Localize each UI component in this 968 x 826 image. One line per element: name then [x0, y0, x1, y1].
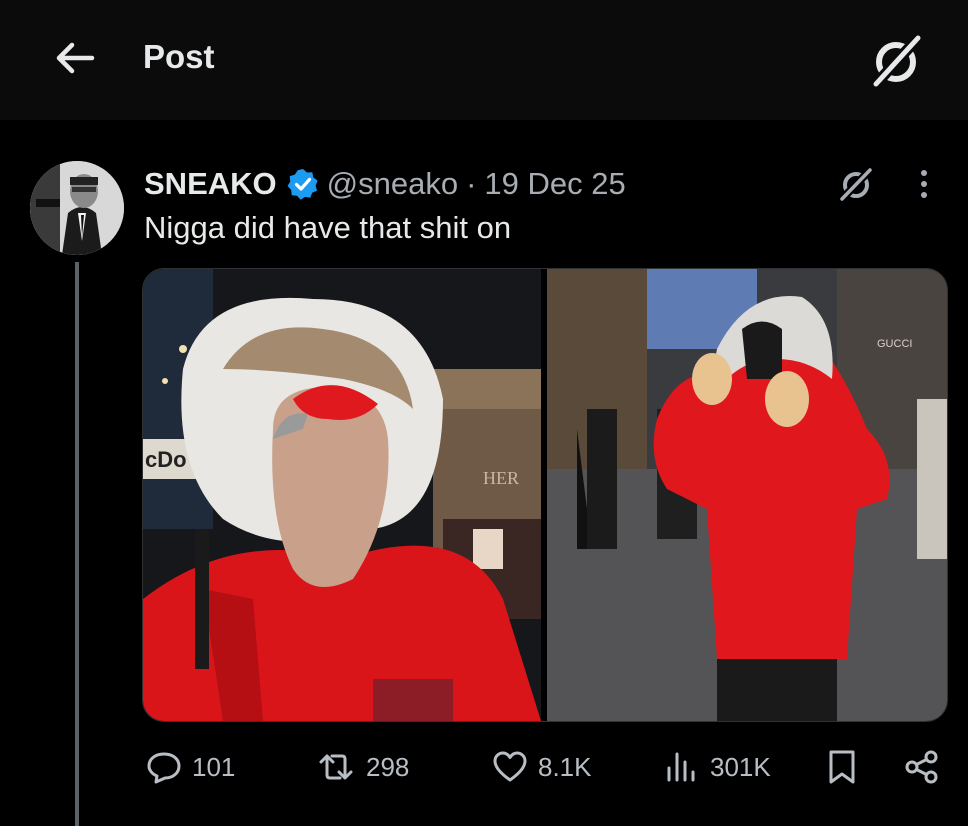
- storefront-sign: cDo: [145, 447, 187, 472]
- top-app-bar: Post: [0, 0, 968, 120]
- like-button[interactable]: 8.1K: [492, 735, 592, 799]
- like-count: 8.1K: [538, 751, 592, 782]
- arrow-left-icon: [56, 42, 95, 74]
- storefront-sign: GUCCI: [877, 338, 912, 350]
- heart-icon: [493, 751, 527, 782]
- view-count: 301K: [710, 751, 771, 782]
- avatar-image: [30, 161, 124, 255]
- media-photo-2[interactable]: GUCCI: [547, 269, 947, 721]
- more-vertical-icon: [921, 170, 927, 198]
- bookmark-icon: [829, 750, 855, 784]
- media-grid: cDo HER GUCCI: [142, 268, 948, 722]
- repost-count: 298: [366, 751, 410, 782]
- verified-badge-icon: [287, 169, 318, 200]
- photo-icon: cDo HER: [143, 269, 541, 721]
- analytics-icon: [667, 752, 695, 782]
- back-button[interactable]: [52, 36, 100, 80]
- share-button[interactable]: [904, 735, 940, 799]
- media-photo-1[interactable]: cDo HER: [143, 269, 541, 721]
- avatar[interactable]: [30, 161, 124, 255]
- photo-icon: GUCCI: [547, 269, 947, 721]
- more-options-button[interactable]: [914, 166, 934, 202]
- repost-button[interactable]: 298: [316, 735, 409, 799]
- bookmark-button[interactable]: [826, 735, 858, 799]
- post-date[interactable]: 19 Dec 25: [484, 166, 625, 202]
- repost-icon: [319, 754, 353, 780]
- reply-icon: [147, 752, 181, 784]
- separator-dot: ·: [466, 166, 477, 201]
- author-name[interactable]: SNEAKO: [144, 166, 277, 202]
- reply-button[interactable]: 101: [146, 735, 235, 799]
- shop-sign: HER: [483, 468, 519, 488]
- grok-explain-button[interactable]: [836, 164, 876, 204]
- author-handle[interactable]: @sneako: [327, 166, 458, 202]
- share-icon: [905, 750, 938, 784]
- grok-button[interactable]: [866, 30, 928, 90]
- grok-icon: [838, 166, 874, 203]
- tweet-header: SNEAKO @sneako · 19 Dec 25: [144, 164, 626, 204]
- post-actions-bar: 101 298 8.1K 301K: [0, 735, 968, 799]
- tweet-text: Nigga did have that shit on: [144, 210, 512, 245]
- views-button[interactable]: 301K: [664, 735, 771, 799]
- grok-icon: [870, 32, 924, 90]
- reply-count: 101: [192, 751, 236, 782]
- page-title: Post: [143, 38, 215, 75]
